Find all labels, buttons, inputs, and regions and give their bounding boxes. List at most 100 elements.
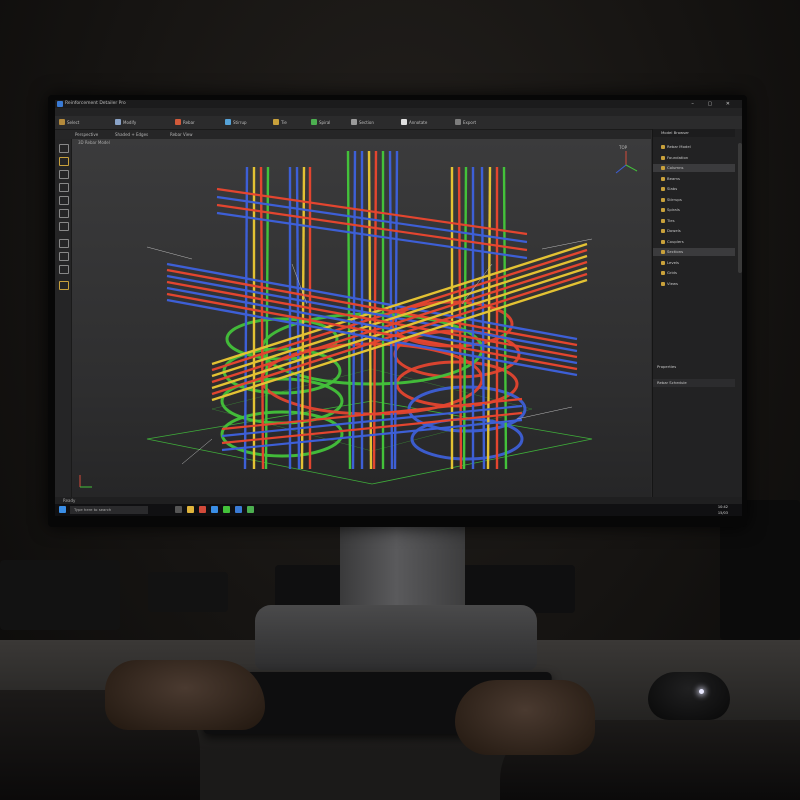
start-menu-icon[interactable] <box>59 506 66 513</box>
tie-tool-icon[interactable] <box>273 119 279 125</box>
panel-footer-properties[interactable]: Properties <box>653 363 735 371</box>
ribbon-select[interactable]: Select <box>67 119 79 126</box>
desk-speaker-left <box>0 560 120 630</box>
ribbon-section[interactable]: Section <box>359 119 374 126</box>
view-mode-perspective[interactable]: Perspective <box>75 131 98 138</box>
tree-item-icon <box>661 218 665 223</box>
clock-date: 15/03 <box>717 511 728 515</box>
tree-item[interactable]: Views <box>653 280 735 288</box>
window-controls[interactable]: – ▢ ✕ <box>691 100 736 108</box>
tree-item-label: Views <box>667 280 678 286</box>
tree-item-icon <box>661 145 665 149</box>
taskview-icon[interactable] <box>175 506 182 513</box>
3d-viewport[interactable]: 3D Rebar Model TOP <box>72 139 651 497</box>
tree-item-label: Spirals <box>667 207 680 212</box>
tree-item[interactable]: Couplers <box>653 238 735 246</box>
chat-app-icon[interactable] <box>247 506 254 513</box>
ribbon-annotate[interactable]: Annotate <box>409 119 427 126</box>
layer-icon[interactable] <box>59 239 69 248</box>
tree-item[interactable]: Spirals <box>653 206 735 214</box>
cad-app-icon[interactable] <box>235 506 242 513</box>
tree-item-icon <box>661 176 665 181</box>
tree-item-label: Ties <box>667 217 675 223</box>
dimension-leader <box>291 263 308 305</box>
tree-item-icon <box>661 281 665 286</box>
view-options-bar: Perspective Shaded + Edges Rebar View <box>55 130 651 139</box>
ribbon-rebar[interactable]: Rebar <box>183 119 195 126</box>
file-explorer-icon[interactable] <box>187 506 194 513</box>
tree-item-label: Sections <box>667 249 684 254</box>
tree-item-icon <box>661 208 665 212</box>
dimension-leader <box>146 246 193 260</box>
section-box-icon[interactable] <box>59 222 69 231</box>
tree-item-icon <box>661 229 665 233</box>
store-icon[interactable] <box>223 506 230 513</box>
annotate-tool-icon[interactable] <box>401 119 407 125</box>
tree-item-icon <box>661 197 665 202</box>
tree-item[interactable]: Sections <box>653 248 735 256</box>
desk-device <box>148 572 228 612</box>
ribbon-modify[interactable]: Modify <box>123 119 136 126</box>
viewport-label: 3D Rebar Model <box>78 140 110 145</box>
title-bar: Reinforcement Detailer Pro – ▢ ✕ <box>55 100 742 108</box>
ribbon-stirrup[interactable]: Stirrup <box>233 119 247 126</box>
tree-item[interactable]: Grids <box>653 269 735 277</box>
move-icon[interactable] <box>59 157 69 166</box>
ribbon-export[interactable]: Export <box>463 119 476 126</box>
status-bar: Ready <box>55 497 742 504</box>
menu-bar: File Edit View Insert Modify Analysis To… <box>55 108 742 125</box>
gizmo-x-axis <box>615 164 627 174</box>
section-tool-icon[interactable] <box>351 119 357 125</box>
app-logo-icon <box>57 101 63 107</box>
rebar-tool-icon[interactable] <box>175 119 181 125</box>
origin-axis-icon <box>79 475 92 488</box>
photo-scene: Reinforcement Detailer Pro – ▢ ✕ File Ed… <box>0 0 800 800</box>
viewcube-label: TOP <box>618 145 628 150</box>
tree-item-label: Grids <box>667 270 677 275</box>
tree-item[interactable]: Levels <box>653 259 735 267</box>
left-toolbar <box>55 139 72 497</box>
tree-item[interactable]: Stirrups <box>653 196 735 204</box>
select-tool-icon[interactable] <box>59 119 65 125</box>
mail-icon[interactable] <box>211 506 218 513</box>
grid-icon[interactable] <box>59 265 69 274</box>
vertical-rebar <box>243 166 249 470</box>
tree-item[interactable]: Columns <box>653 164 735 172</box>
modify-tool-icon[interactable] <box>115 119 121 125</box>
spiral-tool-icon[interactable] <box>311 119 317 125</box>
panel-footer-schedule[interactable]: Rebar Schedule <box>653 379 735 387</box>
tree-item[interactable]: Beams <box>653 175 735 183</box>
ribbon-tie[interactable]: Tie <box>281 119 287 126</box>
tree-item-label: Beams <box>667 175 680 181</box>
monitor-screen: Reinforcement Detailer Pro – ▢ ✕ File Ed… <box>55 100 742 516</box>
tree-item[interactable]: Dowels <box>653 227 735 235</box>
tree-item-label: Dowels <box>667 228 681 233</box>
scale-icon[interactable] <box>59 183 69 192</box>
pan-icon[interactable] <box>59 196 69 205</box>
visibility-icon[interactable] <box>59 252 69 261</box>
tree-item-icon <box>661 166 665 170</box>
tree-item-icon <box>661 250 665 254</box>
panel-scrollbar[interactable] <box>738 143 742 273</box>
tree-item-label: Levels <box>667 259 680 265</box>
rotate-icon[interactable] <box>59 170 69 179</box>
tree-item[interactable]: Foundation <box>653 154 735 162</box>
export-tool-icon[interactable] <box>455 119 461 125</box>
ribbon-toolbar: Select Modify Rebar Stirrup Tie Spiral S… <box>55 116 742 130</box>
axis-gizmo[interactable]: TOP <box>611 143 641 183</box>
tree-item[interactable]: Slabs <box>653 185 735 193</box>
os-taskbar: Type here to search 10:42 15/03 <box>55 504 742 516</box>
browser-icon[interactable] <box>199 506 206 513</box>
tree-item[interactable]: Rebar Model <box>653 143 735 151</box>
panel-header: Model Browser <box>653 129 735 137</box>
rebar-model-render <box>146 150 593 485</box>
taskbar-search[interactable]: Type here to search <box>70 506 148 514</box>
view-mode-shading[interactable]: Shaded + Edges <box>115 131 148 138</box>
tree-item[interactable]: Ties <box>653 217 735 225</box>
view-mode-rebar[interactable]: Rebar View <box>170 131 192 138</box>
stirrup-tool-icon[interactable] <box>225 119 231 125</box>
settings-icon[interactable] <box>59 281 69 290</box>
pointer-icon[interactable] <box>59 144 69 153</box>
measure-icon[interactable] <box>59 209 69 218</box>
ribbon-spiral[interactable]: Spiral <box>319 119 330 126</box>
